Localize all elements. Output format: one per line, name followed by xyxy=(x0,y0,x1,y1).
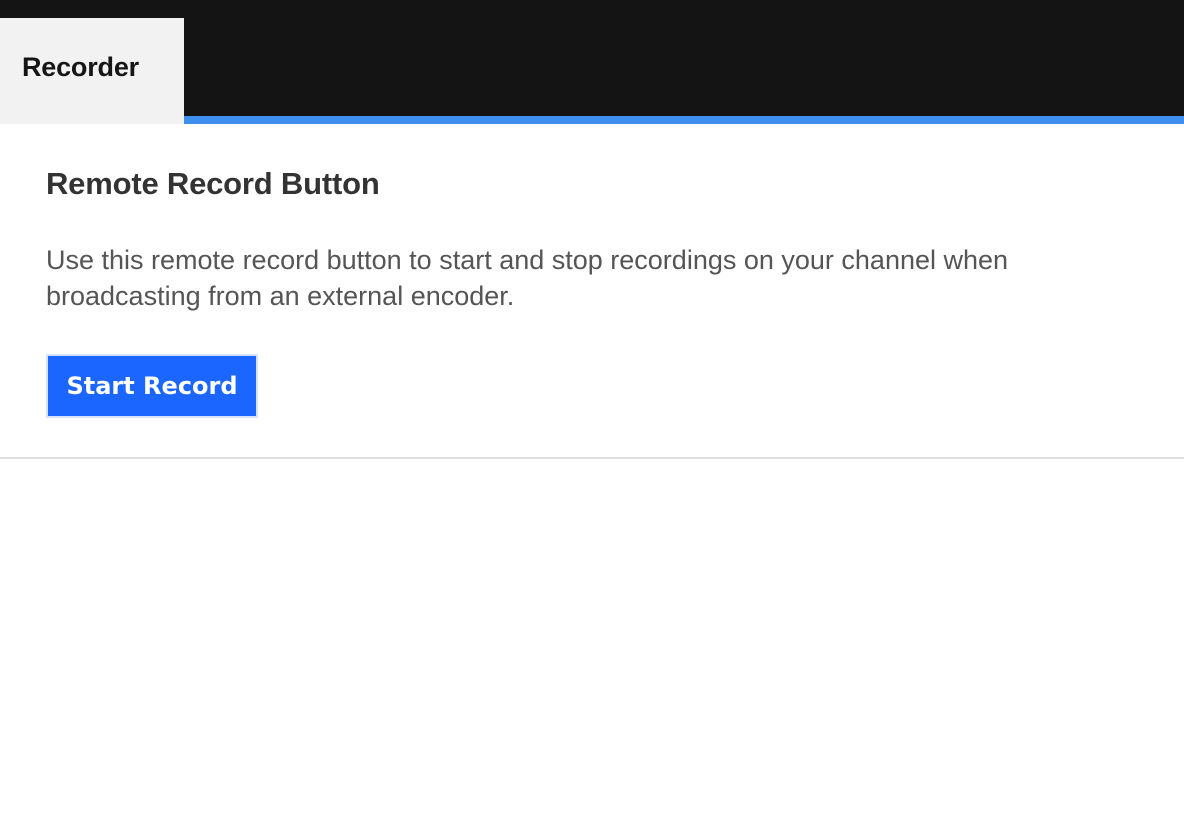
panel-description: Use this remote record button to start a… xyxy=(46,245,1009,311)
panel-title: Remote Record Button xyxy=(46,166,380,201)
tab-list: Recorder xyxy=(0,18,184,124)
start-record-button[interactable]: Start Record xyxy=(46,354,258,418)
remote-record-panel: Remote Record Button Use this remote rec… xyxy=(0,124,1184,459)
tab-recorder[interactable]: Recorder xyxy=(0,18,184,124)
tab-active-underline xyxy=(184,116,1184,124)
